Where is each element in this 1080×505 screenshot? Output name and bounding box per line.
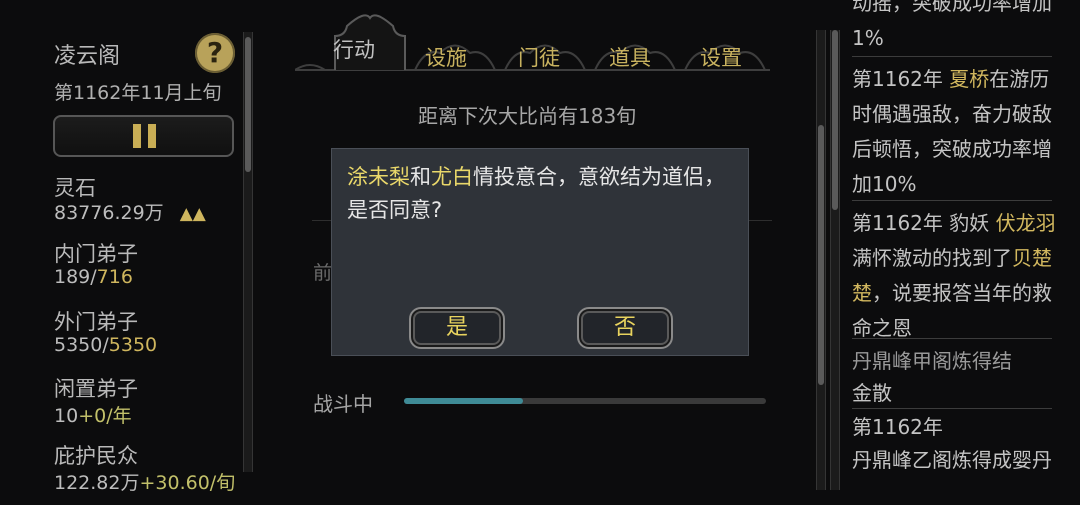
inner-disciples-label: 内门弟子 [54, 242, 138, 266]
disciple-name-2: 尤白 [431, 165, 473, 189]
tournament-countdown: 距离下次大比尚有183旬 [418, 104, 637, 128]
sect-panel: 凌云阁 ? 第1162年11月上旬 灵石 83776.29万 ▲▲ 内门弟子 1… [0, 0, 260, 505]
sect-name: 凌云阁 [54, 44, 121, 69]
idle-disciples-label: 闲置弟子 [54, 377, 138, 401]
yes-button[interactable]: 是 [409, 307, 505, 349]
log-entry: 丹鼎峰甲阁炼得结 [852, 349, 1012, 373]
help-icon[interactable]: ? [195, 33, 235, 73]
tab-disciples[interactable]: 门徒 [518, 42, 560, 72]
left-scrollbar[interactable] [243, 32, 253, 472]
sheltered-people-value: 122.82万+30.60/旬 [54, 472, 236, 494]
sheltered-people-label: 庇护民众 [54, 444, 138, 468]
increase-arrows-icon: ▲▲ [179, 204, 206, 224]
tab-action[interactable]: 行动 [333, 34, 375, 64]
no-button[interactable]: 否 [577, 307, 673, 349]
spirit-stone-value: 83776.29万 ▲▲ [54, 202, 206, 224]
tab-settings[interactable]: 设置 [700, 42, 742, 72]
battle-progress-bar [404, 398, 766, 404]
pause-button[interactable] [53, 115, 234, 157]
center-scrollbar[interactable] [816, 30, 826, 490]
event-log-panel: 动摇，突破成功率增加1% 第1162年 夏桥在游历时偶遇强敌，奋力破敌后顿悟，突… [830, 0, 1080, 505]
log-entry: 第1162年 豹妖 伏龙羽满怀激动的找到了贝楚楚，说要报答当年的救命之恩 [852, 211, 1056, 340]
outer-disciples-value: 5350/5350 [54, 334, 158, 356]
marriage-proposal-dialog: 涂未梨和尤白情投意合，意欲结为道侣，是否同意? 是 否 [331, 148, 749, 356]
disciple-name-1: 涂未梨 [347, 165, 410, 189]
inner-disciples-value: 189/716 [54, 266, 133, 288]
idle-disciples-value: 10+0/年 [54, 405, 132, 427]
dialog-message: 涂未梨和尤白情投意合，意欲结为道侣，是否同意? [347, 165, 725, 222]
log-entry: 第1162年 [852, 415, 943, 439]
log-entry: 第1162年 夏桥在游历时偶遇强敌，奋力破敌后顿悟，突破成功率增加10% [852, 67, 1052, 196]
tab-items[interactable]: 道具 [609, 42, 651, 72]
game-date: 第1162年11月上旬 [54, 82, 222, 104]
log-entry: 动摇，突破成功率增加1% [852, 0, 1052, 50]
battle-progress-fill [404, 398, 524, 404]
log-entry: 金散 [852, 381, 892, 405]
right-scrollbar[interactable] [830, 30, 840, 490]
tab-facilities[interactable]: 设施 [425, 42, 467, 72]
log-entry: 丹鼎峰乙阁炼得成婴丹 [852, 448, 1052, 472]
outer-disciples-label: 外门弟子 [54, 310, 138, 334]
pause-icon [133, 124, 141, 148]
battle-status: 战斗中 [313, 392, 373, 416]
